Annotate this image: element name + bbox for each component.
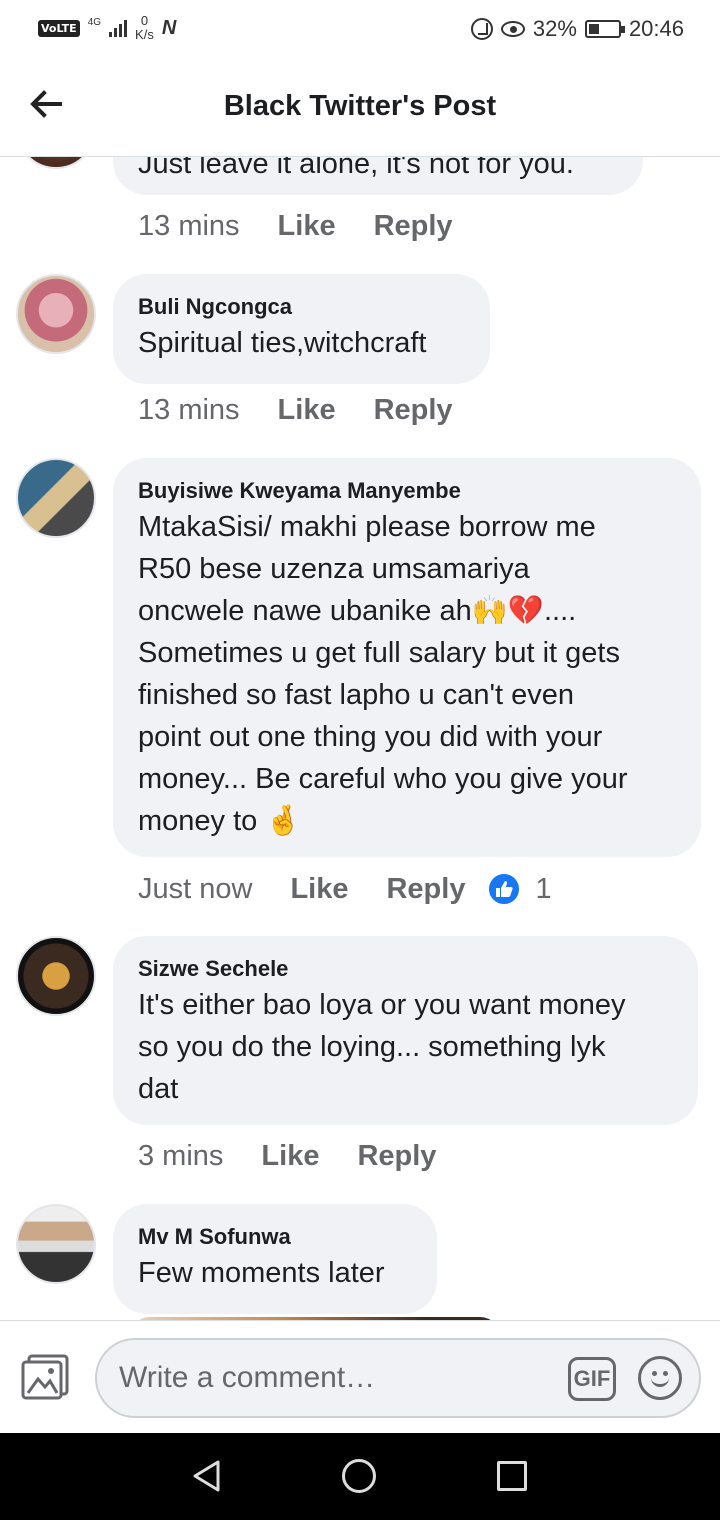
like-button[interactable]: Like — [278, 210, 336, 243]
avatar[interactable] — [16, 458, 96, 538]
page-title: Black Twitter's Post — [223, 90, 497, 122]
reply-button[interactable]: Reply — [357, 1140, 436, 1173]
clock: 20:46 — [628, 16, 684, 41]
comment-bubble[interactable]: Sizwe Sechele It's either bao loya or yo… — [113, 936, 698, 1125]
network-speed: 0 K/s — [135, 13, 154, 42]
like-button[interactable]: Like — [278, 394, 336, 427]
nfc-icon: N — [161, 16, 177, 39]
nav-recents-icon[interactable] — [497, 1461, 527, 1491]
comment-bubble[interactable]: Buli Ngcongca Spiritual ties,witchcraft — [113, 274, 490, 384]
comment-bubble[interactable]: Just leave it alone, it's not for you. — [113, 157, 643, 195]
nav-back-icon[interactable] — [190, 1459, 224, 1493]
gif-button[interactable]: GIF — [568, 1357, 616, 1401]
network-type: 4G — [87, 16, 102, 28]
comment-text: MtakaSisi/ makhi please borrow me R50 be… — [138, 511, 628, 837]
photo-icon — [21, 1354, 69, 1400]
nav-home-icon[interactable] — [342, 1459, 376, 1493]
thumbs-up-icon[interactable] — [487, 872, 522, 906]
commenter-name[interactable]: Buyisiwe Kweyama Manyembe — [138, 476, 677, 506]
avatar[interactable] — [16, 274, 96, 354]
comment-meta: 13 mins Like Reply — [138, 394, 491, 427]
comment-time: Just now — [138, 872, 253, 905]
eye-comfort-icon — [500, 21, 525, 37]
like-button[interactable]: Like — [290, 873, 348, 906]
commenter-name[interactable]: Sizwe Sechele — [138, 954, 674, 984]
comment-meta: Just now Like Reply 1 — [138, 872, 552, 906]
reply-button[interactable]: Reply — [386, 873, 465, 906]
comment-composer: GIF — [0, 1320, 720, 1433]
comment-meta: 3 mins Like Reply — [138, 1140, 474, 1173]
avatar[interactable] — [16, 936, 96, 1016]
commenter-name[interactable]: Mv M Sofunwa — [138, 1222, 413, 1252]
battery-icon — [584, 20, 625, 38]
reaction-count: 1 — [535, 872, 552, 905]
comment-text: Just leave it alone, it's not for you. — [138, 157, 574, 180]
system-nav-bar — [0, 1433, 720, 1520]
signal-icon — [109, 19, 128, 37]
comment-time: 3 mins — [138, 1140, 224, 1172]
comment-time: 13 mins — [138, 394, 240, 426]
comment-text: Spiritual ties,witchcraft — [138, 327, 427, 359]
comments-list[interactable]: Just leave it alone, it's not for you. 1… — [0, 157, 720, 1320]
post-header: Black Twitter's Post — [0, 62, 720, 157]
reply-button[interactable]: Reply — [374, 210, 453, 243]
comment-text: It's either bao loya or you want money s… — [138, 989, 626, 1105]
battery-percent: 32% — [532, 16, 577, 41]
commenter-name[interactable]: Buli Ngcongca — [138, 292, 466, 322]
volte-icon: VoLTE — [38, 19, 80, 37]
comment-bubble[interactable]: Buyisiwe Kweyama Manyembe MtakaSisi/ mak… — [113, 458, 701, 857]
reply-button[interactable]: Reply — [374, 394, 453, 427]
like-button[interactable]: Like — [261, 1140, 319, 1173]
data-saver-icon — [470, 18, 493, 40]
comment-text: Few moments later — [138, 1257, 385, 1289]
smiley-icon[interactable] — [638, 1356, 682, 1400]
status-bar: VoLTE 4G 0 K/s N 32% 20:46 — [0, 0, 720, 62]
comment-time: 13 mins — [138, 210, 240, 242]
avatar[interactable] — [16, 1204, 96, 1284]
photo-button[interactable] — [20, 1353, 72, 1401]
comment-meta: 13 mins Like Reply — [138, 210, 491, 243]
comment-bubble[interactable]: Mv M Sofunwa Few moments later — [113, 1204, 437, 1314]
avatar[interactable] — [16, 157, 96, 169]
